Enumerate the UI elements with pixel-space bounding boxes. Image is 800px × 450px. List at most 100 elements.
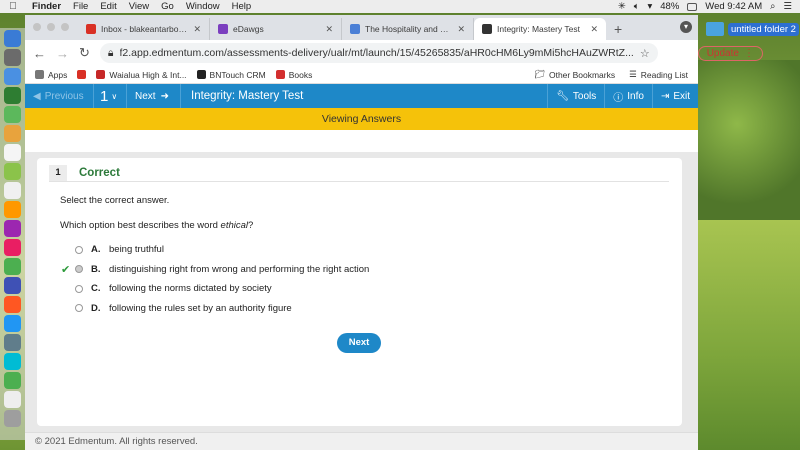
facetime-dock-icon[interactable] xyxy=(4,106,21,123)
info-label: Info xyxy=(627,90,644,102)
lock-icon[interactable]: 🔒︎ xyxy=(108,47,114,60)
folder-icon xyxy=(706,22,724,36)
menu-app-name[interactable]: Finder xyxy=(32,1,61,12)
previous-button[interactable]: ◀ Previous xyxy=(25,91,93,102)
menu-go[interactable]: Go xyxy=(161,1,174,12)
tab-gmail[interactable]: Inbox - blakeantarbowman@w ✕ xyxy=(78,18,210,40)
next-button[interactable]: Next xyxy=(337,333,381,353)
radio-button[interactable] xyxy=(75,284,83,293)
close-icon[interactable]: ✕ xyxy=(590,24,598,35)
pages-dock-icon[interactable] xyxy=(4,296,21,313)
menu-edit[interactable]: Edit xyxy=(100,1,116,12)
close-icon[interactable]: ✕ xyxy=(325,24,333,35)
apple-menu-icon[interactable]:  xyxy=(6,1,20,12)
launchpad-dock-icon[interactable] xyxy=(4,49,21,66)
bookmark-label: Books xyxy=(288,69,313,80)
header-next-button[interactable]: Next ➜ xyxy=(127,84,181,108)
messages-dock-icon[interactable] xyxy=(4,87,21,104)
zoom-dock-icon[interactable] xyxy=(4,353,21,370)
exit-button[interactable]: ⇥ Exit xyxy=(651,84,698,108)
edmentum-icon xyxy=(482,24,492,34)
close-icon[interactable]: ✕ xyxy=(193,24,201,35)
reading-list[interactable]: ☰ Reading List xyxy=(629,69,688,80)
minimize-window-button[interactable] xyxy=(47,23,55,31)
page-footer: © 2021 Edmentum. All rights reserved. xyxy=(25,432,698,450)
menu-window[interactable]: Window xyxy=(186,1,220,12)
reload-button[interactable]: ↻ xyxy=(79,45,90,61)
podcasts-dock-icon[interactable] xyxy=(4,277,21,294)
close-window-button[interactable] xyxy=(33,23,41,31)
safari-dock-icon[interactable] xyxy=(4,68,21,85)
address-bar[interactable]: 🔒︎ f2.app.edmentum.com/assessments-deliv… xyxy=(99,43,658,63)
back-button[interactable]: ← xyxy=(33,46,46,61)
info-button[interactable]: ⓘ Info xyxy=(604,84,652,108)
reminders-dock-icon[interactable] xyxy=(4,182,21,199)
control-center-icon[interactable]: ☰ xyxy=(783,1,792,12)
tab-docs[interactable]: The Hospitality and Tourism In ✕ xyxy=(342,18,474,40)
tab-integrity[interactable]: Integrity: Mastery Test ✕ xyxy=(474,18,606,40)
forward-button[interactable]: → xyxy=(56,46,69,61)
option-d[interactable]: D. following the rules set by an authori… xyxy=(75,299,369,319)
menu-view[interactable]: View xyxy=(129,1,149,12)
app-store-dock-icon[interactable] xyxy=(4,315,21,332)
bookmark-books[interactable]: Books xyxy=(275,69,313,80)
music-dock-icon[interactable] xyxy=(4,239,21,256)
option-a[interactable]: A. being truthful xyxy=(75,240,369,260)
tab-title: eDawgs xyxy=(233,24,264,34)
option-b[interactable]: ✔ B. distinguishing right from wrong and… xyxy=(61,260,370,280)
option-c[interactable]: C. following the norms dictated by socie… xyxy=(75,279,369,299)
exit-label: Exit xyxy=(673,90,690,102)
trash-dock-icon[interactable] xyxy=(4,410,21,427)
tools-button[interactable]: 🔧︎ Tools xyxy=(547,84,604,108)
notes-dock-icon[interactable] xyxy=(4,125,21,142)
calendar-dock-icon[interactable] xyxy=(4,144,21,161)
volume-icon[interactable]: 🔈︎ xyxy=(634,1,640,12)
battery-percent: 48% xyxy=(660,1,680,12)
bookmark-waialua[interactable]: Waialua High & Int... xyxy=(96,70,187,80)
new-tab-button[interactable]: + xyxy=(614,18,622,40)
question-header: 1 Correct xyxy=(49,164,669,182)
books-icon xyxy=(275,70,285,79)
bookmark-apps[interactable]: Apps xyxy=(35,70,67,80)
other-bookmarks[interactable]: 📁︎ Other Bookmarks xyxy=(534,69,615,80)
radio-button-selected[interactable] xyxy=(75,265,83,274)
kebab-menu-icon: ⋮ xyxy=(743,47,754,59)
desktop-folder[interactable]: untitled folder 2 xyxy=(706,22,799,36)
menu-help[interactable]: Help xyxy=(232,1,252,12)
chrome-dock-icon[interactable] xyxy=(4,258,21,275)
photos-dock-icon[interactable] xyxy=(4,220,21,237)
wifi-icon[interactable]: ▾ xyxy=(647,1,652,12)
close-icon[interactable]: ✕ xyxy=(457,24,465,35)
mode-banner: Viewing Answers xyxy=(25,108,698,130)
tab-title: The Hospitality and Tourism In xyxy=(365,24,453,34)
apps-grid-icon xyxy=(35,70,44,79)
folder-icon: 📁︎ xyxy=(534,69,545,79)
battery-icon[interactable] xyxy=(687,2,698,11)
option-letter: A. xyxy=(91,244,101,256)
question-selector[interactable]: 1 ∨ xyxy=(93,84,127,108)
maps-dock-icon[interactable] xyxy=(4,163,21,180)
bookmark-bntouch[interactable]: BNTouch CRM xyxy=(196,69,266,80)
bookmark-label: BNTouch CRM xyxy=(209,69,266,80)
clock[interactable]: Wed 9:42 AM xyxy=(705,1,762,12)
bluetooth-icon[interactable]: ✳ xyxy=(618,1,626,12)
radio-button[interactable] xyxy=(75,304,83,313)
zoom-window-button[interactable] xyxy=(61,23,69,31)
update-button[interactable]: Update ⋮ xyxy=(697,45,763,61)
menu-file[interactable]: File xyxy=(73,1,88,12)
vlc-dock-icon[interactable] xyxy=(4,201,21,218)
tab-title: Integrity: Mastery Test xyxy=(497,24,580,34)
sheets-dock-icon[interactable] xyxy=(4,372,21,389)
tab-search-icon[interactable]: ▾ xyxy=(680,21,692,33)
radio-button[interactable] xyxy=(75,245,83,254)
test-header: ◀ Previous 1 ∨ Next ➜ Integrity: Mastery… xyxy=(25,84,698,108)
downloads-dock-icon[interactable] xyxy=(4,391,21,408)
search-icon[interactable]: ⌕ xyxy=(770,1,775,12)
system-preferences-dock-icon[interactable] xyxy=(4,334,21,351)
bookmark-icon-only[interactable] xyxy=(77,70,87,79)
tab-strip: Inbox - blakeantarbowman@w ✕ eDawgs ✕ Th… xyxy=(25,15,698,40)
bookmark-star-icon[interactable]: ☆ xyxy=(640,47,650,60)
finder-dock-icon[interactable] xyxy=(4,30,21,47)
tab-edawgs[interactable]: eDawgs ✕ xyxy=(210,18,342,40)
option-text: distinguishing right from wrong and perf… xyxy=(109,263,370,275)
